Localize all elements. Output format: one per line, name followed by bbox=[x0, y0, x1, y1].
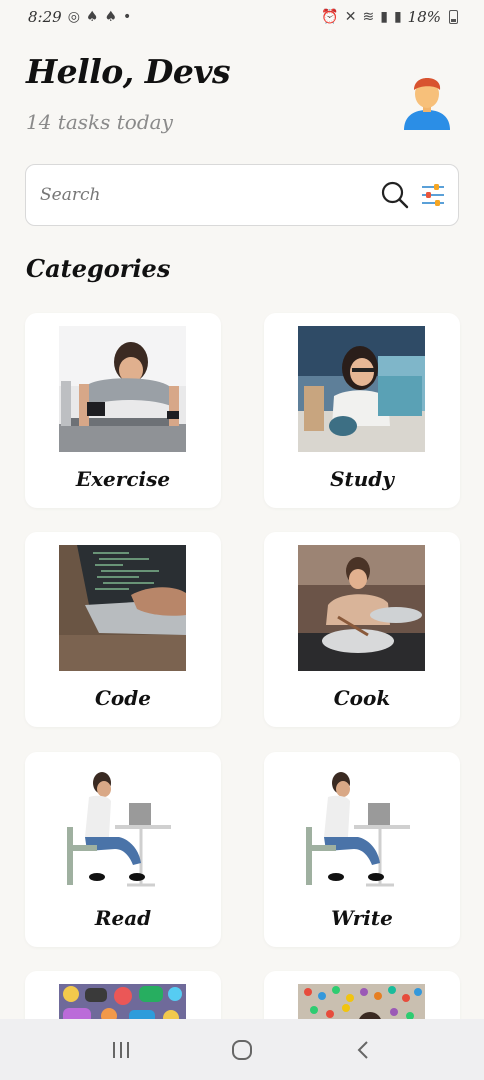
search-icon[interactable] bbox=[380, 180, 410, 210]
write-image bbox=[298, 765, 425, 891]
exercise-image bbox=[59, 326, 186, 452]
recents-icon bbox=[112, 1041, 129, 1058]
category-label: Read bbox=[94, 906, 152, 930]
battery-icon bbox=[449, 10, 458, 24]
user-avatar-icon[interactable] bbox=[398, 72, 456, 130]
signal-icon-2: ▮ bbox=[393, 9, 402, 25]
search-input[interactable] bbox=[40, 185, 380, 205]
recents-button[interactable] bbox=[101, 1030, 141, 1070]
task-count-subtitle: 14 tasks today bbox=[26, 110, 173, 134]
category-card-read[interactable]: Read bbox=[25, 752, 221, 947]
signal-icon: ▮ bbox=[380, 9, 388, 25]
back-icon bbox=[357, 1040, 369, 1059]
category-label: Study bbox=[330, 467, 394, 491]
mute-icon: ✕ bbox=[344, 9, 357, 25]
code-image bbox=[59, 545, 186, 671]
home-icon bbox=[231, 1039, 252, 1060]
read-image bbox=[59, 765, 186, 891]
category-label: Code bbox=[95, 686, 151, 710]
search-bar[interactable] bbox=[25, 164, 459, 226]
category-label: Exercise bbox=[75, 467, 171, 491]
snapchat-icon-2: ♠ bbox=[104, 9, 118, 25]
dot-icon: • bbox=[123, 9, 132, 25]
category-card-exercise[interactable]: Exercise bbox=[25, 313, 221, 508]
filter-sliders-icon[interactable] bbox=[420, 182, 446, 208]
battery-percent: 18% bbox=[407, 8, 441, 26]
categories-heading: Categories bbox=[26, 254, 171, 283]
home-button[interactable] bbox=[222, 1030, 262, 1070]
category-card-study[interactable]: Study bbox=[264, 313, 460, 508]
alarm-icon: ⏰ bbox=[321, 9, 339, 25]
study-image bbox=[298, 326, 425, 452]
whatsapp-icon: ◎ bbox=[67, 9, 80, 25]
system-nav-bar bbox=[0, 1019, 484, 1080]
snapchat-icon: ♠ bbox=[85, 9, 99, 25]
category-card-write[interactable]: Write bbox=[264, 752, 460, 947]
cook-image bbox=[298, 545, 425, 671]
status-bar: 8:29 ◎ ♠ ♠ • ⏰ ✕ ≋ ▮ ▮ 18% bbox=[0, 0, 484, 34]
category-label: Cook bbox=[333, 686, 391, 710]
status-time: 8:29 bbox=[28, 8, 62, 26]
category-label: Write bbox=[331, 906, 393, 930]
back-button[interactable] bbox=[343, 1030, 383, 1070]
category-card-code[interactable]: Code bbox=[25, 532, 221, 727]
wifi-icon: ≋ bbox=[362, 9, 375, 25]
greeting-title: Hello, Devs bbox=[26, 52, 231, 91]
category-card-cook[interactable]: Cook bbox=[264, 532, 460, 727]
